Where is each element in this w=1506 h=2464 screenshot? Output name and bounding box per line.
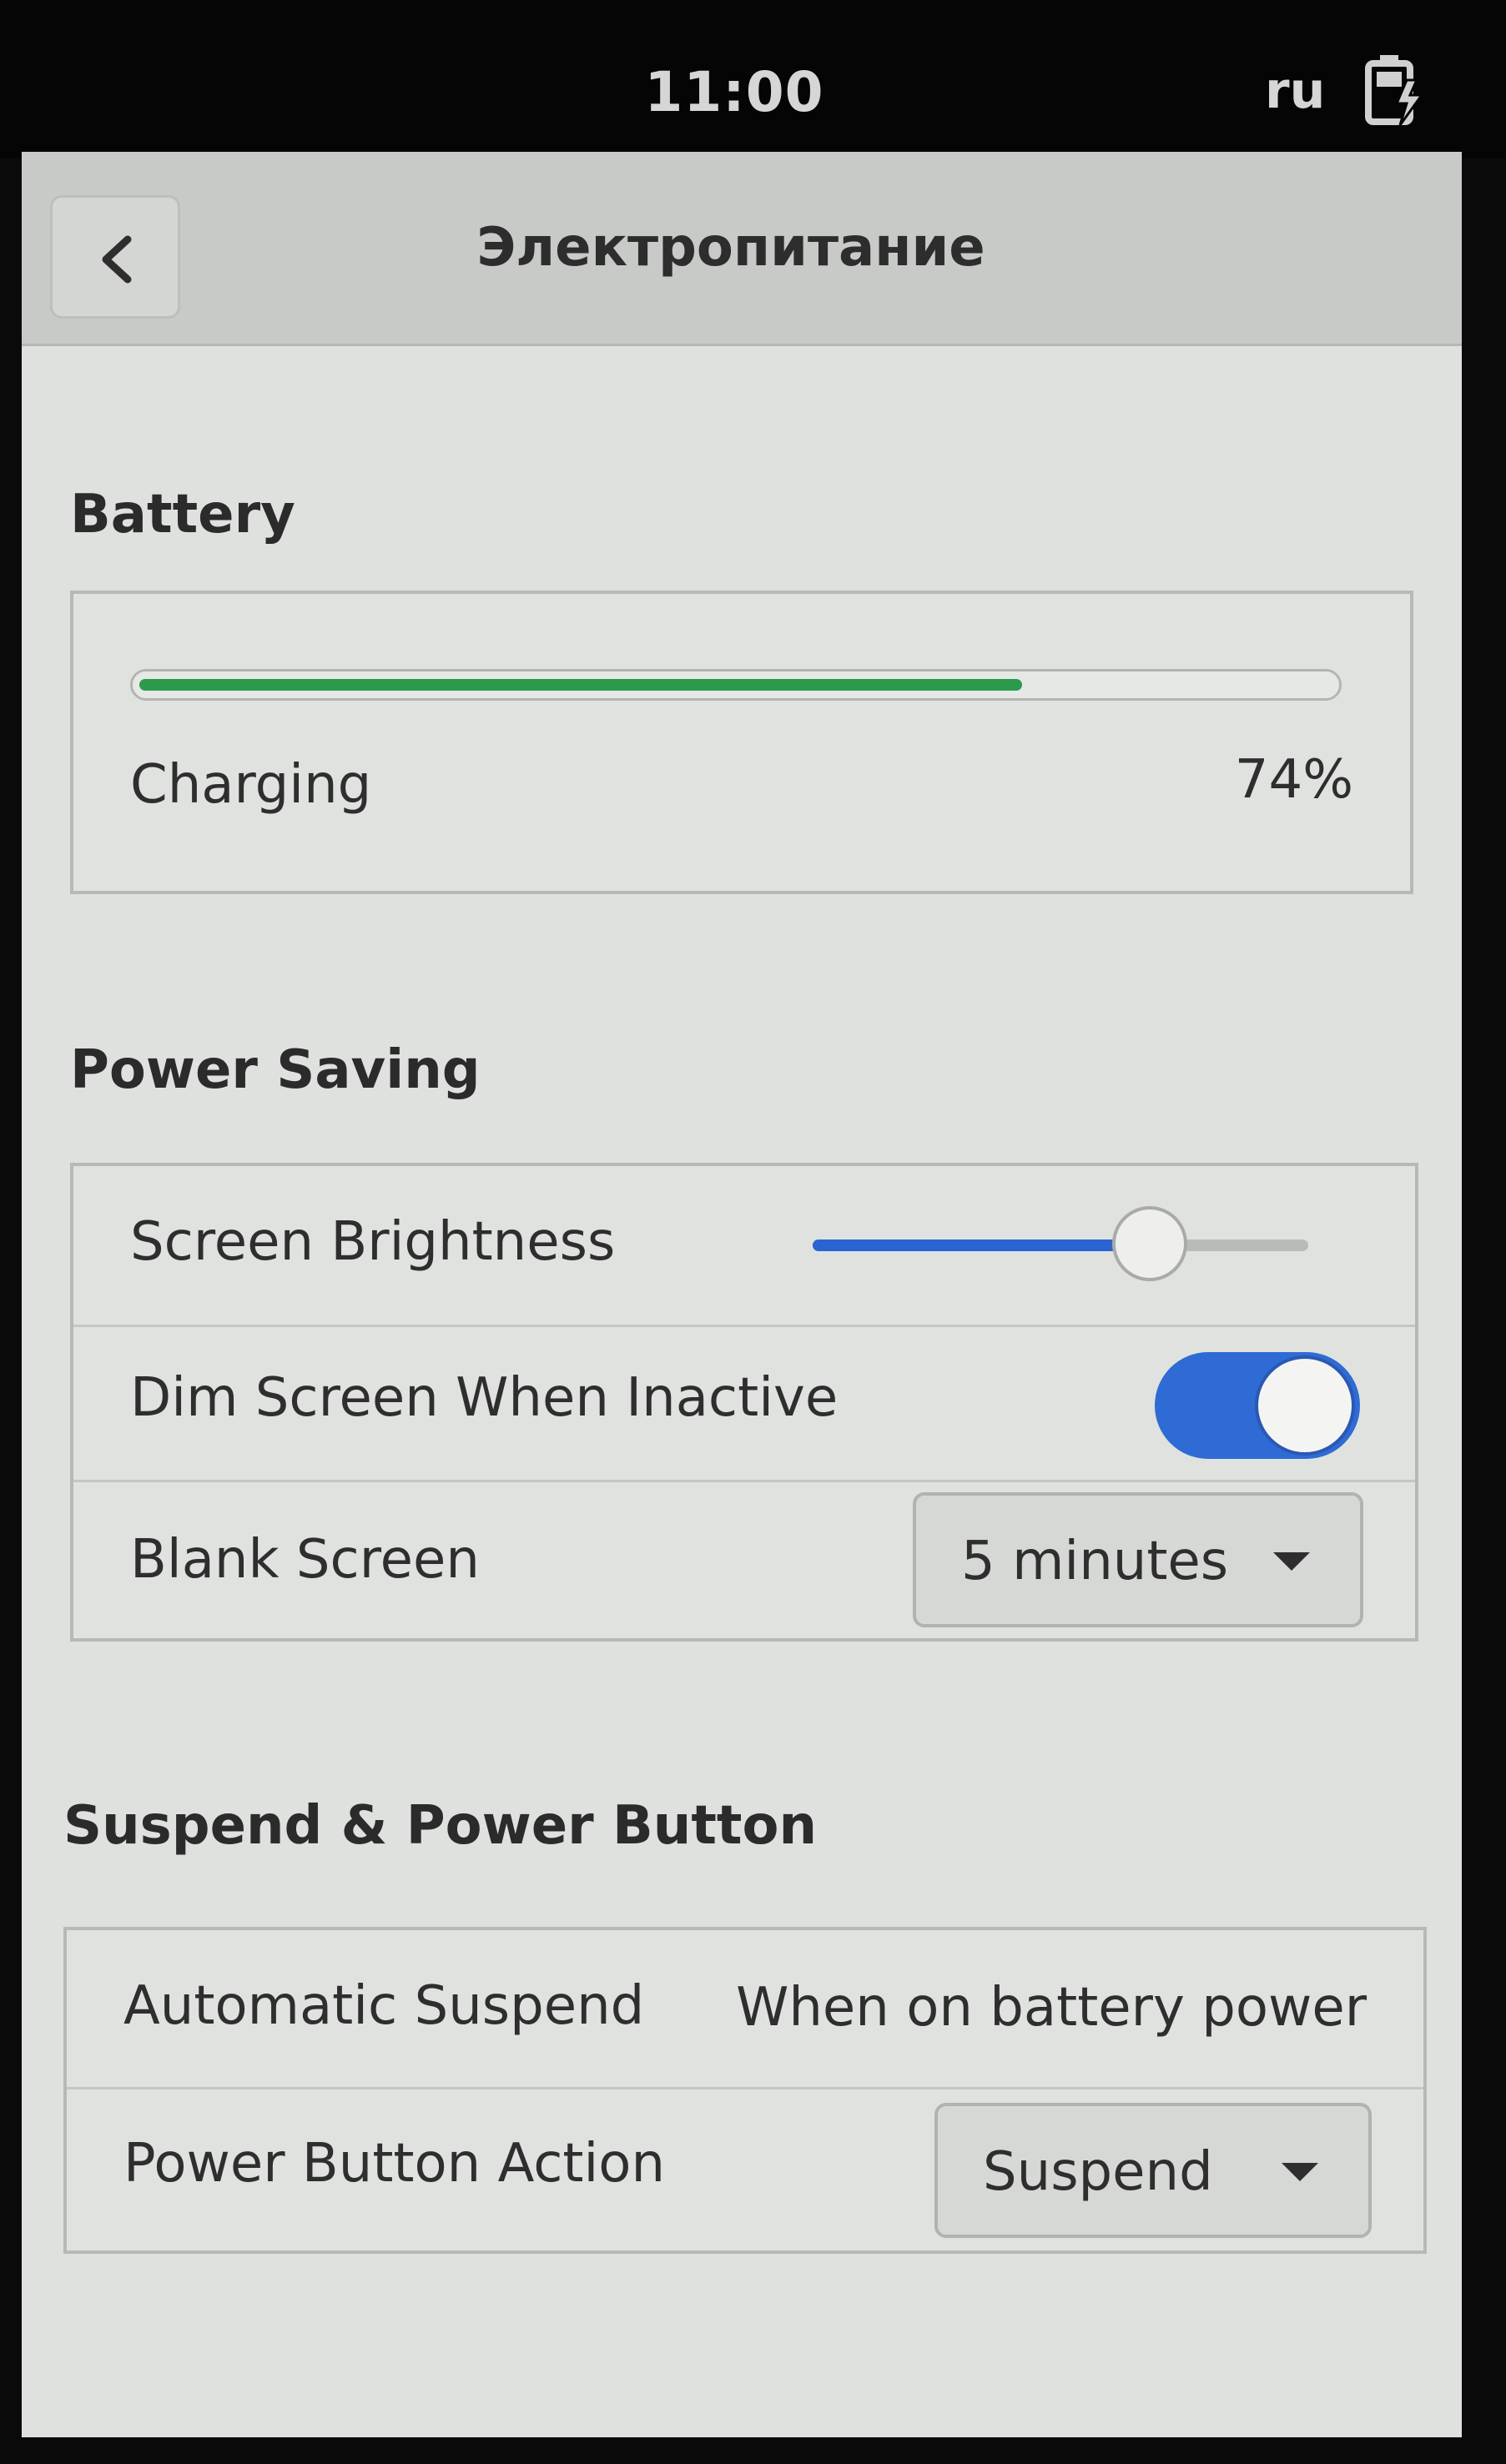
row-screen-brightness: Screen Brightness [73, 1166, 1415, 1325]
battery-status: Charging [130, 754, 372, 816]
keyboard-language-indicator[interactable]: ru [1265, 62, 1325, 120]
slider-handle[interactable] [1112, 1206, 1187, 1281]
row-dim-screen: Dim Screen When Inactive [73, 1325, 1415, 1480]
battery-level-fill [139, 679, 1022, 691]
battery-level-bar [130, 669, 1342, 701]
dim-screen-toggle[interactable] [1155, 1352, 1360, 1459]
screen-brightness-label: Screen Brightness [130, 1211, 616, 1273]
status-bar: 11:00 ru [0, 0, 1506, 158]
power-saving-card: Screen Brightness Dim Screen When Inacti… [70, 1163, 1418, 1642]
suspend-card: Automatic Suspend When on battery power … [63, 1927, 1427, 2254]
power-button-action-selected: Suspend [983, 2141, 1213, 2203]
chevron-down-icon [1273, 1552, 1310, 1571]
power-settings-window: Электропитание Battery Charging 74% Powe… [22, 152, 1462, 2437]
page-title: Электропитание [476, 217, 985, 279]
automatic-suspend-value: When on battery power [736, 1977, 1367, 2039]
dim-screen-label: Dim Screen When Inactive [130, 1367, 839, 1429]
row-automatic-suspend[interactable]: Automatic Suspend When on battery power [67, 1930, 1423, 2087]
power-button-action-dropdown[interactable]: Suspend [934, 2103, 1372, 2238]
toggle-knob [1255, 1355, 1355, 1456]
battery-card: Charging 74% [70, 591, 1413, 894]
row-power-button-action: Power Button Action Suspend [67, 2087, 1423, 2254]
blank-screen-selected: 5 minutes [961, 1531, 1229, 1592]
blank-screen-dropdown[interactable]: 5 minutes [913, 1492, 1363, 1627]
section-title-battery: Battery [70, 484, 295, 546]
row-blank-screen: Blank Screen 5 minutes [73, 1480, 1415, 1642]
battery-percentage: 74% [1234, 749, 1353, 811]
screen-brightness-slider[interactable] [813, 1206, 1308, 1281]
section-title-power-saving: Power Saving [70, 1039, 481, 1101]
slider-fill [813, 1240, 1150, 1251]
chevron-down-icon [1282, 2163, 1318, 2181]
automatic-suspend-label: Automatic Suspend [123, 1975, 645, 2037]
battery-charging-icon [1363, 55, 1427, 126]
status-time: 11:00 [644, 60, 824, 124]
section-title-suspend: Suspend & Power Button [63, 1795, 818, 1857]
blank-screen-label: Blank Screen [130, 1529, 480, 1591]
header-bar: Электропитание [22, 152, 1462, 346]
power-button-action-label: Power Button Action [123, 2133, 665, 2195]
